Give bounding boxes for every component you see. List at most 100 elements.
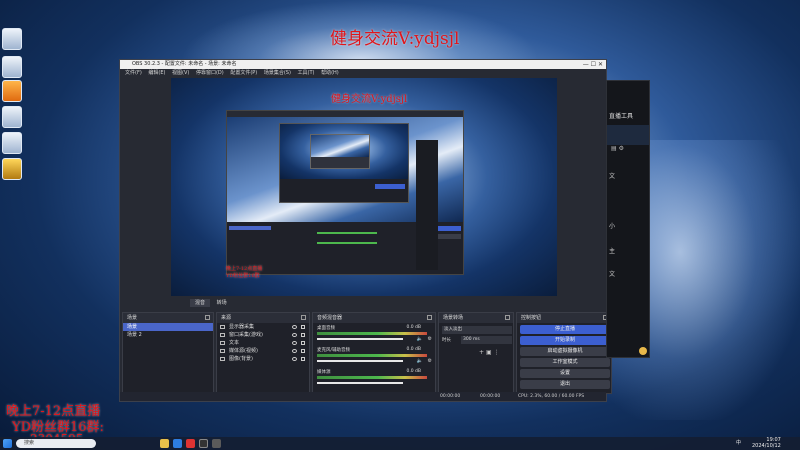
menu-profile[interactable]: 配置文件(P): [230, 70, 257, 76]
taskbar: 搜索 中 19:07 2024/10/12: [0, 437, 800, 450]
eye-icon[interactable]: [292, 349, 297, 353]
app-icon[interactable]: [2, 106, 22, 128]
controls-dock: 控制按钮 停止直播 开始录制 启动虚拟摄像机 工作室模式 设置 退出: [516, 312, 612, 394]
source-item[interactable]: 媒体源(视频): [217, 347, 309, 355]
gear-icon[interactable]: ⚙: [428, 358, 432, 364]
settings-button[interactable]: 设置: [520, 369, 610, 378]
program-icon[interactable]: [2, 158, 22, 180]
tab-mixer[interactable]: 混音: [190, 299, 211, 307]
stop-stream-button[interactable]: 停止直播: [520, 325, 610, 334]
menu-scene-collection[interactable]: 场景集合(S): [264, 70, 291, 76]
gear-icon[interactable]: ⚙: [428, 336, 432, 342]
scenes-toolbar: [126, 383, 176, 398]
search-box[interactable]: 搜索: [16, 439, 96, 448]
exit-button[interactable]: 退出: [520, 380, 610, 389]
channel-name: 媒体源: [317, 370, 331, 375]
lock-icon[interactable]: [301, 325, 305, 329]
eye-icon[interactable]: [292, 341, 297, 345]
menu-tools[interactable]: 工具(T): [298, 70, 315, 76]
folder-icon[interactable]: ▤: [611, 145, 617, 152]
side-app-line: 小: [609, 223, 616, 230]
remove-icon[interactable]: ▣: [486, 349, 492, 356]
volume-slider[interactable]: [317, 360, 403, 362]
window-controls-icon[interactable]: — ☐ ✕: [583, 60, 603, 69]
source-item[interactable]: 图像(背景): [217, 355, 309, 363]
computer-icon[interactable]: [2, 28, 22, 50]
source-item[interactable]: 窗口采集(游戏): [217, 331, 309, 339]
browser-icon[interactable]: [2, 80, 22, 102]
menu-view[interactable]: 视图(V): [172, 70, 189, 76]
language-indicator[interactable]: 中: [736, 439, 741, 446]
source-item[interactable]: 文本: [217, 339, 309, 347]
source-label: 媒体源(视频): [229, 348, 258, 354]
lock-icon[interactable]: [301, 333, 305, 337]
desktop: 健身交流V:ydjsjl OBS 30.2.3 - 配置文件: 未命名 - 场景…: [0, 0, 800, 450]
lock-icon[interactable]: [301, 341, 305, 345]
cpu-fps: CPU: 2.3%, 60.00 / 60.00 FPS: [518, 394, 585, 399]
scene-item[interactable]: 场景: [123, 323, 213, 331]
menu-docks[interactable]: 停靠窗口(D): [196, 70, 224, 76]
duration-input[interactable]: 300 ms: [461, 336, 512, 344]
menu-edit[interactable]: 编辑(E): [148, 70, 165, 76]
dock-menu-icon[interactable]: [301, 315, 306, 320]
image-icon: [220, 357, 225, 361]
sources-header: 来源: [217, 313, 309, 323]
stream-time: 00:00:00: [440, 394, 461, 399]
sources-title: 来源: [221, 315, 232, 321]
mixer-channel: 麦克风/辅助音频 0.0 dB 🔈 ⚙: [313, 347, 435, 367]
tab-transitions[interactable]: 转场: [212, 299, 232, 307]
mixer-title: 音频混音器: [317, 315, 343, 321]
preview-wechat-text: 健身交流V:ydjsjl: [331, 94, 408, 105]
preview-side-window: [416, 140, 438, 270]
nested-button-2: [375, 184, 405, 189]
volume-meter: [317, 376, 427, 379]
shortcut-icon[interactable]: [2, 132, 22, 154]
nested-docks-2: [280, 179, 408, 202]
eye-icon[interactable]: [292, 357, 297, 361]
obs-preview[interactable]: 健身交流V:ydjsjl 晚上7-12点直播 YD粉丝群16群: [171, 78, 557, 296]
transitions-title: 场景转场: [443, 315, 464, 321]
lock-icon[interactable]: [301, 349, 305, 353]
source-item[interactable]: 显示器采集: [217, 323, 309, 331]
nested-scene-sel: [229, 226, 271, 230]
dock-menu-icon[interactable]: [205, 315, 210, 320]
rec-time: 00:00:00: [480, 394, 501, 399]
transition-select[interactable]: 淡入淡出: [442, 326, 512, 334]
audio-mixer-dock: 音频混音器 桌面音频 0.0 dB 🔈 ⚙ 麦克风/辅助音频 0.0 dB 🔈 …: [312, 312, 436, 398]
speaker-icon[interactable]: 🔈: [417, 358, 423, 364]
menu-icon[interactable]: ⋮: [494, 349, 500, 356]
mixer-channel: 桌面音频 0.0 dB 🔈 ⚙: [313, 325, 435, 345]
menu-file[interactable]: 文件(F): [125, 70, 142, 76]
scene-item[interactable]: 场景 2: [123, 331, 213, 339]
app-taskbar-icon[interactable]: [186, 439, 195, 448]
monitor-icon: [220, 325, 225, 329]
obs-title: OBS 30.2.3 - 配置文件: 未命名 - 场景: 未命名: [132, 61, 237, 67]
dock-menu-icon[interactable]: [427, 315, 432, 320]
controls-header: 控制按钮: [517, 313, 611, 323]
menu-help[interactable]: 帮助(H): [321, 70, 339, 76]
gear-icon[interactable]: ⚙: [619, 145, 624, 152]
start-recording-button[interactable]: 开始录制: [520, 336, 610, 345]
source-label: 显示器采集: [229, 324, 255, 330]
windows-start-icon[interactable]: [3, 439, 12, 448]
file-icon[interactable]: [2, 56, 22, 78]
avatar[interactable]: [639, 347, 647, 355]
edge-icon[interactable]: [173, 439, 182, 448]
volume-slider[interactable]: [317, 338, 403, 340]
eye-icon[interactable]: [292, 333, 297, 337]
dock-menu-icon[interactable]: [505, 315, 510, 320]
obs-taskbar-icon[interactable]: [199, 439, 208, 448]
studio-mode-button[interactable]: 工作室模式: [520, 358, 610, 367]
add-icon[interactable]: +: [479, 349, 484, 356]
speaker-icon[interactable]: 🔈: [417, 336, 423, 342]
system-clock[interactable]: 19:07 2024/10/12: [752, 437, 781, 449]
scenes-header: 场景: [123, 313, 213, 323]
virtual-camera-button[interactable]: 启动虚拟摄像机: [520, 347, 610, 356]
eye-icon[interactable]: [292, 325, 297, 329]
obs-window: OBS 30.2.3 - 配置文件: 未命名 - 场景: 未命名 — ☐ ✕ 文…: [119, 59, 612, 402]
channel-db: 0.0 dB: [406, 347, 421, 352]
app-taskbar-icon[interactable]: [212, 439, 221, 448]
side-app-banner: [607, 125, 649, 145]
lock-icon[interactable]: [301, 357, 305, 361]
file-explorer-icon[interactable]: [160, 439, 169, 448]
